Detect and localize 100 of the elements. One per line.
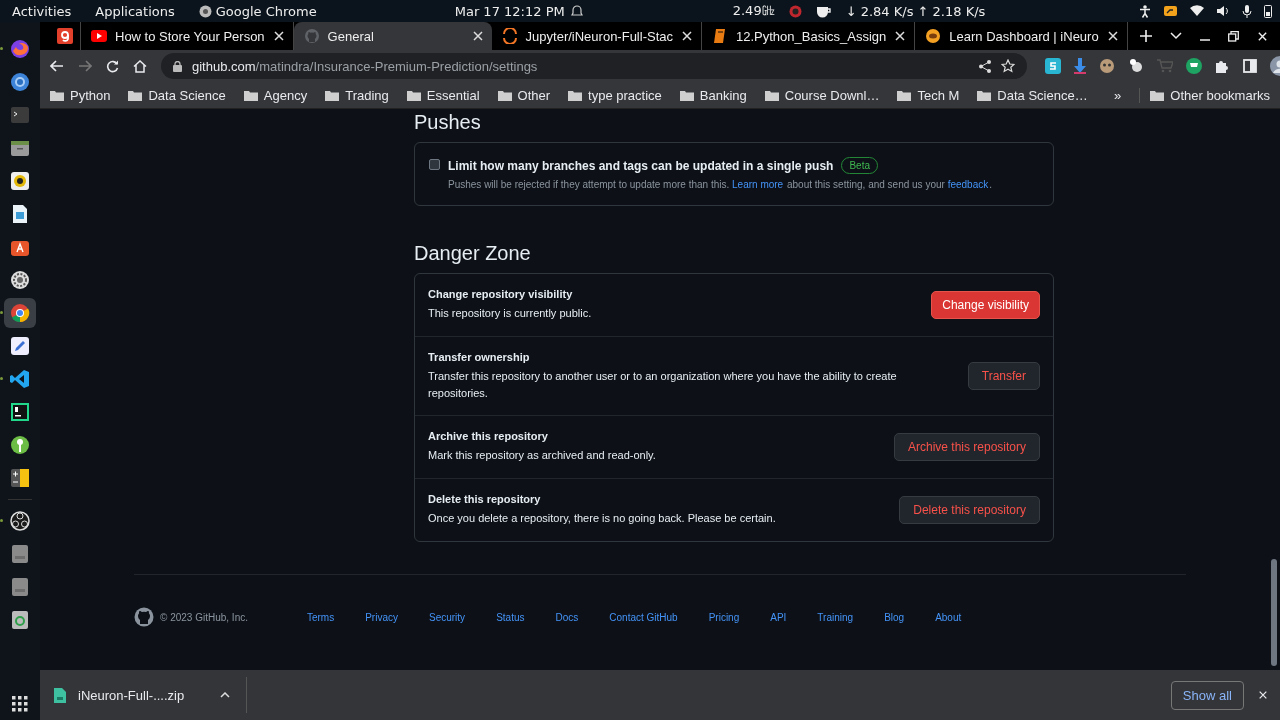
download-arrow-icon[interactable] (1074, 58, 1086, 74)
folder-icon (243, 89, 258, 101)
extension-icon[interactable] (1128, 58, 1144, 74)
close-icon[interactable] (681, 30, 693, 42)
bookmark[interactable]: Python (50, 87, 111, 103)
footer-link[interactable]: Training (817, 611, 854, 623)
bookmark[interactable]: Tech M (897, 87, 960, 103)
bookmark[interactable]: Essential (406, 87, 480, 103)
calculator-icon[interactable] (9, 467, 31, 489)
tab-search-icon[interactable] (1170, 32, 1182, 40)
drive-icon[interactable] (9, 576, 31, 598)
footer-link[interactable]: Docs (555, 611, 579, 623)
footer-link[interactable]: About (935, 611, 962, 623)
danger-button[interactable]: Transfer (967, 362, 1040, 390)
danger-button[interactable]: Archive this repository (893, 433, 1040, 461)
copyright: © 2023 GitHub, Inc. (160, 611, 248, 623)
bookmarks-overflow[interactable]: » (1114, 87, 1122, 103)
zip-file-icon (54, 687, 66, 703)
footer-link[interactable]: Blog (884, 611, 905, 623)
wifi-icon[interactable] (1190, 5, 1204, 17)
top-menu[interactable]: Applications (95, 3, 175, 19)
home-icon[interactable] (133, 59, 147, 73)
folder-icon (679, 89, 694, 101)
close-icon[interactable] (272, 30, 285, 42)
footer-link[interactable]: Status (496, 611, 525, 623)
link[interactable]: feedback (947, 179, 989, 190)
back-icon[interactable] (50, 60, 64, 72)
extension-icon[interactable] (1186, 58, 1202, 74)
bookmark[interactable]: Data Science (128, 87, 226, 103)
share-icon[interactable] (979, 59, 991, 73)
accessibility-icon[interactable] (1139, 4, 1151, 18)
browser-icon[interactable] (9, 38, 31, 60)
forward-icon[interactable] (78, 60, 92, 72)
puzzle-icon[interactable] (1215, 58, 1230, 74)
battery-icon[interactable] (1264, 4, 1272, 18)
checkbox[interactable] (429, 159, 440, 170)
danger-button[interactable]: Change visibility (931, 291, 1040, 319)
video-icon (91, 28, 107, 44)
setting-description: Transfer this repository to another user or to an organization where you have the ability to create repositories. (428, 368, 898, 401)
side-panel-icon[interactable] (1243, 59, 1257, 73)
star-icon[interactable] (1001, 59, 1015, 73)
bookmark[interactable]: Banking (679, 87, 747, 103)
option-description: Pushes will be rejected if they attempt to update more than this. (448, 179, 731, 190)
bookmark[interactable]: Other (497, 87, 551, 103)
speaker-icon[interactable] (9, 170, 31, 192)
folder-icon (325, 89, 340, 101)
screen-share-icon[interactable] (1163, 4, 1178, 18)
footer-link[interactable]: Security (429, 611, 466, 623)
app-menu[interactable]: Google Chrome (215, 3, 317, 19)
pencil-icon[interactable] (9, 335, 31, 357)
danger-button[interactable]: Delete this repository (899, 496, 1040, 524)
footer-link[interactable]: Contact GitHub (609, 611, 678, 623)
ring-icon (925, 28, 942, 44)
address-bar[interactable]: github.com/matindra/Insurance-Premium-Prediction/settings (161, 53, 1027, 79)
close-icon[interactable] (894, 30, 907, 42)
bookmark[interactable]: Trading (325, 87, 389, 103)
folder-icon (1150, 89, 1165, 101)
reload-icon[interactable] (106, 59, 119, 73)
arc-icon (501, 28, 518, 44)
volume-icon[interactable] (1216, 5, 1230, 17)
gear-icon[interactable] (9, 269, 31, 291)
browser-icon[interactable] (9, 71, 31, 93)
drive-icon[interactable] (9, 543, 31, 565)
bookmark[interactable]: Data Science… (977, 87, 1088, 103)
link[interactable]: Learn more (732, 179, 784, 190)
bookmark[interactable]: Course Downl… (764, 87, 880, 103)
record-icon[interactable] (9, 510, 31, 532)
code-editor-icon[interactable] (9, 368, 31, 390)
bookmark[interactable]: type practice (568, 87, 662, 103)
footer-link[interactable]: Privacy (365, 611, 398, 623)
option-description: . (989, 179, 992, 190)
close-icon[interactable] (1257, 30, 1268, 42)
setting-title: Transfer ownership (428, 350, 531, 363)
footer-link[interactable]: API (770, 611, 787, 623)
footer-link[interactable]: Pricing (708, 611, 740, 623)
browser-tab[interactable]: General (293, 22, 492, 50)
restore-icon[interactable] (1228, 30, 1239, 42)
setting-title: Change repository visibility (428, 288, 574, 300)
bookmark[interactable]: Agency (243, 87, 308, 103)
network-speed: ↓ 2.84 K/s ↑ 2.18 K/s (845, 3, 986, 19)
ide-icon[interactable] (9, 401, 31, 423)
section-heading: Danger Zone (414, 241, 532, 266)
caret-icon[interactable] (220, 692, 231, 698)
download-name[interactable]: iNeuron-Full-....zip (78, 687, 185, 703)
app-grid-icon[interactable] (12, 696, 28, 712)
show-all-button[interactable]: Show all (1170, 680, 1244, 710)
close-icon[interactable] (1106, 30, 1119, 42)
top-menu[interactable]: Activities (12, 3, 72, 19)
footer-link[interactable]: Terms (306, 611, 335, 623)
trash-icon[interactable] (9, 609, 31, 631)
pinned-tab-icon[interactable] (57, 28, 73, 44)
close-icon[interactable] (471, 30, 484, 42)
setting-title: Archive this repository (428, 430, 549, 442)
bookmark[interactable]: Other bookmarks (1139, 87, 1270, 103)
microphone-icon[interactable] (1242, 4, 1252, 18)
octocat-icon[interactable] (134, 607, 154, 627)
key-icon[interactable] (9, 434, 31, 456)
clock[interactable]: Mar 17 12:12 PM (454, 3, 565, 19)
close-icon[interactable] (1258, 690, 1268, 700)
new-tab-icon[interactable] (1139, 30, 1152, 42)
